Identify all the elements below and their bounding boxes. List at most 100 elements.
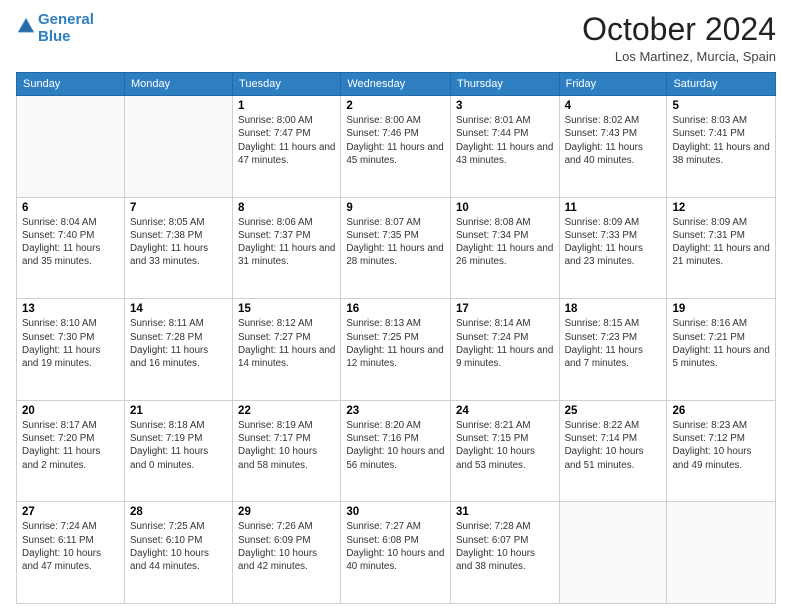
day-info: Sunrise: 7:26 AMSunset: 6:09 PMDaylight:… (238, 520, 335, 573)
calendar-cell: 3Sunrise: 8:01 AMSunset: 7:44 PMDaylight… (450, 96, 559, 198)
day-number: 2 (346, 100, 445, 112)
calendar-cell: 25 Sunrise: 8:22 AMSunset: 7:14 PMDayligh… (559, 400, 667, 502)
calendar-cell: 2Sunrise: 8:00 AMSunset: 7:46 PMDaylight… (341, 96, 451, 198)
day-info: Sunrise: 8:17 AMSunset: 7:20 PMDaylight:… (22, 419, 119, 472)
calendar-cell: 1 Sunrise: 8:00 AMSunset: 7:47 PMDaylight… (233, 96, 341, 198)
day-number: 4 (565, 100, 662, 112)
day-info: Sunrise: 8:13 AMSunset: 7:25 PMDaylight:… (346, 317, 445, 370)
calendar-cell: 30 Sunrise: 7:27 AMSunset: 6:08 PMDayligh… (341, 502, 451, 604)
calendar-cell: 6 Sunrise: 8:04 AMSunset: 7:40 PMDaylight… (17, 197, 125, 299)
day-info: Sunrise: 8:12 AMSunset: 7:27 PMDaylight:… (238, 317, 335, 370)
day-info: Sunrise: 8:19 AMSunset: 7:17 PMDaylight:… (238, 419, 335, 472)
calendar-cell: 26Sunrise: 8:23 AMSunset: 7:12 PMDayligh… (667, 400, 776, 502)
day-number: 9 (346, 202, 445, 214)
calendar-cell (17, 96, 125, 198)
calendar-cell: 8 Sunrise: 8:06 AMSunset: 7:37 PMDaylight… (233, 197, 341, 299)
calendar-cell: 9 Sunrise: 8:07 AMSunset: 7:35 PMDaylight… (341, 197, 451, 299)
calendar-cell (559, 502, 667, 604)
day-info: Sunrise: 8:03 AMSunset: 7:41 PMDaylight:… (672, 114, 770, 167)
day-info: Sunrise: 7:25 AMSunset: 6:10 PMDaylight:… (130, 520, 227, 573)
day-info: Sunrise: 8:14 AMSunset: 7:24 PMDaylight:… (456, 317, 554, 370)
day-number: 22 (238, 405, 335, 417)
calendar-cell: 12 Sunrise: 8:09 AMSunset: 7:31 PMDayligh… (667, 197, 776, 299)
day-info: Sunrise: 8:02 AMSunset: 7:43 PMDaylight:… (565, 114, 662, 167)
logo-icon (16, 16, 36, 36)
calendar-week-row: 1 Sunrise: 8:00 AMSunset: 7:47 PMDaylight… (17, 96, 776, 198)
day-number: 28 (130, 506, 227, 518)
calendar-cell: 29 Sunrise: 7:26 AMSunset: 6:09 PMDayligh… (233, 502, 341, 604)
day-number: 12 (672, 202, 770, 214)
day-number: 8 (238, 202, 335, 214)
day-number: 23 (346, 405, 445, 417)
calendar-week-row: 13Sunrise: 8:10 AMSunset: 7:30 PMDayligh… (17, 299, 776, 401)
day-info: Sunrise: 8:10 AMSunset: 7:30 PMDaylight:… (22, 317, 119, 370)
day-info: Sunrise: 8:05 AMSunset: 7:38 PMDaylight:… (130, 216, 227, 269)
day-info: Sunrise: 8:00 AMSunset: 7:47 PMDaylight:… (238, 114, 335, 167)
header: General Blue October 2024 Los Martinez, … (16, 12, 776, 64)
day-info: Sunrise: 8:15 AMSunset: 7:23 PMDaylight:… (565, 317, 662, 370)
logo-text-line2: Blue (38, 29, 94, 46)
calendar-cell: 17 Sunrise: 8:14 AMSunset: 7:24 PMDayligh… (450, 299, 559, 401)
day-info: Sunrise: 8:06 AMSunset: 7:37 PMDaylight:… (238, 216, 335, 269)
day-number: 10 (456, 202, 554, 214)
day-info: Sunrise: 8:18 AMSunset: 7:19 PMDaylight:… (130, 419, 227, 472)
calendar-cell: 21 Sunrise: 8:18 AMSunset: 7:19 PMDayligh… (124, 400, 232, 502)
calendar-cell: 24Sunrise: 8:21 AMSunset: 7:15 PMDayligh… (450, 400, 559, 502)
day-number: 1 (238, 100, 335, 112)
day-info: Sunrise: 8:08 AMSunset: 7:34 PMDaylight:… (456, 216, 554, 269)
calendar-cell: 16 Sunrise: 8:13 AMSunset: 7:25 PMDayligh… (341, 299, 451, 401)
day-info: Sunrise: 8:04 AMSunset: 7:40 PMDaylight:… (22, 216, 119, 269)
weekday-header-thursday: Thursday (450, 73, 559, 96)
calendar-week-row: 6 Sunrise: 8:04 AMSunset: 7:40 PMDaylight… (17, 197, 776, 299)
calendar-cell (124, 96, 232, 198)
weekday-header-saturday: Saturday (667, 73, 776, 96)
weekday-header-sunday: Sunday (17, 73, 125, 96)
calendar-cell: 5 Sunrise: 8:03 AMSunset: 7:41 PMDaylight… (667, 96, 776, 198)
calendar-header-row: SundayMondayTuesdayWednesdayThursdayFrid… (17, 73, 776, 96)
day-number: 18 (565, 303, 662, 315)
location: Los Martinez, Murcia, Spain (582, 49, 776, 64)
day-number: 21 (130, 405, 227, 417)
weekday-header-monday: Monday (124, 73, 232, 96)
day-info: Sunrise: 8:07 AMSunset: 7:35 PMDaylight:… (346, 216, 445, 269)
calendar-cell: 18 Sunrise: 8:15 AMSunset: 7:23 PMDayligh… (559, 299, 667, 401)
day-info: Sunrise: 8:21 AMSunset: 7:15 PMDaylight:… (456, 419, 554, 472)
day-number: 17 (456, 303, 554, 315)
calendar-cell: 20 Sunrise: 8:17 AMSunset: 7:20 PMDayligh… (17, 400, 125, 502)
day-number: 7 (130, 202, 227, 214)
month-title: October 2024 (582, 12, 776, 47)
day-info: Sunrise: 8:11 AMSunset: 7:28 PMDaylight:… (130, 317, 227, 370)
calendar-cell: 7 Sunrise: 8:05 AMSunset: 7:38 PMDaylight… (124, 197, 232, 299)
day-info: Sunrise: 8:09 AMSunset: 7:31 PMDaylight:… (672, 216, 770, 269)
day-info: Sunrise: 8:09 AMSunset: 7:33 PMDaylight:… (565, 216, 662, 269)
day-number: 5 (672, 100, 770, 112)
calendar-cell: 11 Sunrise: 8:09 AMSunset: 7:33 PMDayligh… (559, 197, 667, 299)
weekday-header-tuesday: Tuesday (233, 73, 341, 96)
day-number: 16 (346, 303, 445, 315)
weekday-header-friday: Friday (559, 73, 667, 96)
calendar-cell: 31 Sunrise: 7:28 AMSunset: 6:07 PMDayligh… (450, 502, 559, 604)
logo: General Blue (16, 12, 94, 45)
day-number: 29 (238, 506, 335, 518)
day-number: 25 (565, 405, 662, 417)
day-number: 6 (22, 202, 119, 214)
day-number: 11 (565, 202, 662, 214)
calendar-cell: 10 Sunrise: 8:08 AMSunset: 7:34 PMDayligh… (450, 197, 559, 299)
day-number: 20 (22, 405, 119, 417)
day-number: 14 (130, 303, 227, 315)
day-number: 30 (346, 506, 445, 518)
day-number: 31 (456, 506, 554, 518)
day-number: 19 (672, 303, 770, 315)
day-info: Sunrise: 8:20 AMSunset: 7:16 PMDaylight:… (346, 419, 445, 472)
calendar-cell: 22 Sunrise: 8:19 AMSunset: 7:17 PMDayligh… (233, 400, 341, 502)
calendar-cell: 14 Sunrise: 8:11 AMSunset: 7:28 PMDayligh… (124, 299, 232, 401)
calendar-week-row: 27Sunrise: 7:24 AMSunset: 6:11 PMDayligh… (17, 502, 776, 604)
calendar-cell: 19Sunrise: 8:16 AMSunset: 7:21 PMDayligh… (667, 299, 776, 401)
weekday-header-wednesday: Wednesday (341, 73, 451, 96)
day-info: Sunrise: 7:28 AMSunset: 6:07 PMDaylight:… (456, 520, 554, 573)
day-info: Sunrise: 8:22 AMSunset: 7:14 PMDaylight:… (565, 419, 662, 472)
calendar-cell: 15Sunrise: 8:12 AMSunset: 7:27 PMDayligh… (233, 299, 341, 401)
calendar-cell: 23 Sunrise: 8:20 AMSunset: 7:16 PMDayligh… (341, 400, 451, 502)
calendar-table: SundayMondayTuesdayWednesdayThursdayFrid… (16, 72, 776, 604)
day-info: Sunrise: 7:27 AMSunset: 6:08 PMDaylight:… (346, 520, 445, 573)
